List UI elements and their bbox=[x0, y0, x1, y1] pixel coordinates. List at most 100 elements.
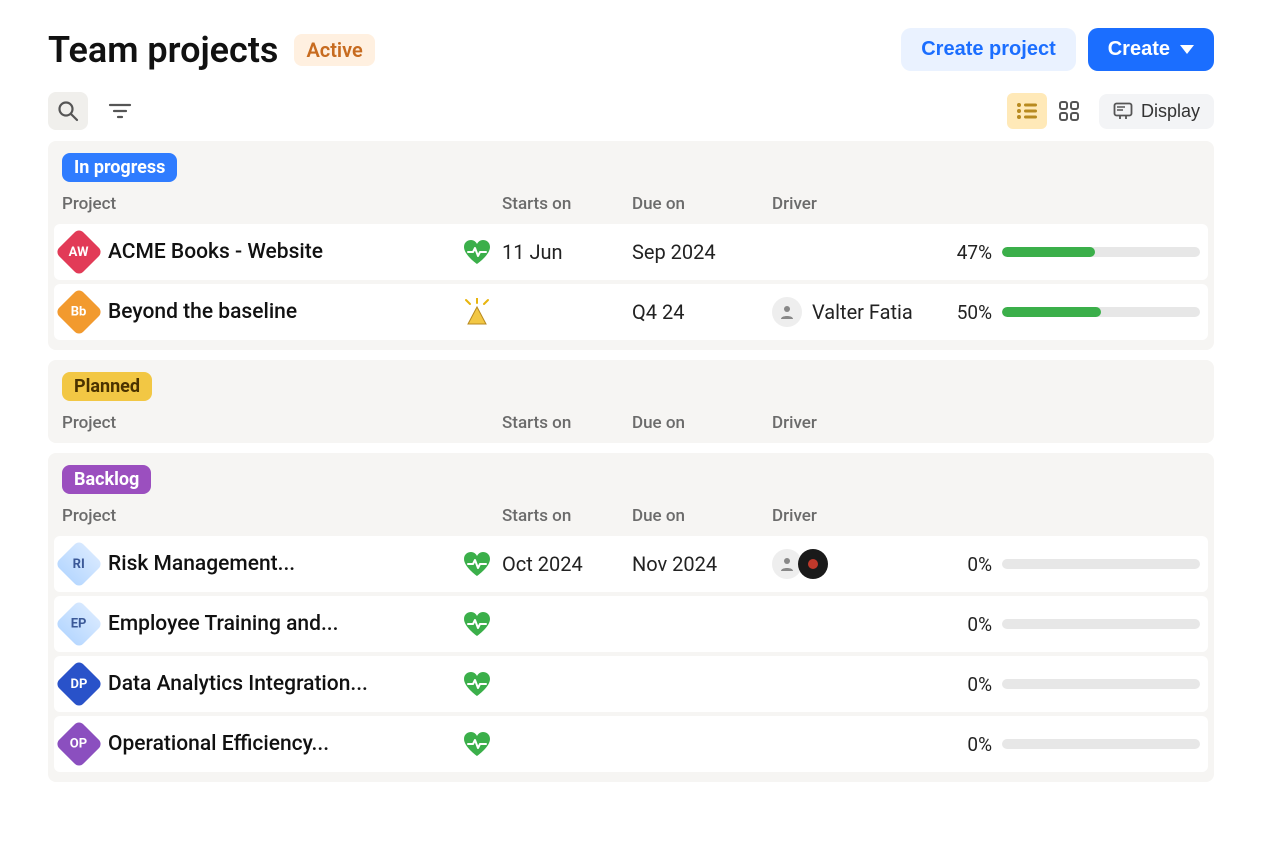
col-project: Project bbox=[62, 413, 502, 433]
col-driver: Driver bbox=[772, 506, 942, 526]
progress-bar bbox=[1002, 307, 1200, 317]
project-row[interactable]: RI Risk Management... Oct 2024Nov 2024 0% bbox=[54, 536, 1208, 592]
search-icon bbox=[56, 99, 80, 123]
heart-icon bbox=[462, 671, 492, 697]
section-header: Backlog bbox=[48, 453, 1214, 498]
due-on-cell: Q4 24 bbox=[632, 300, 772, 324]
display-button[interactable]: Display bbox=[1099, 94, 1214, 129]
avatar-stack bbox=[772, 549, 828, 579]
health-cell bbox=[452, 239, 502, 265]
section-in_progress: In progress ProjectStarts onDue onDriver A… bbox=[48, 141, 1214, 350]
avatar-stack bbox=[772, 297, 802, 327]
display-icon bbox=[1113, 102, 1133, 120]
project-icon: AW bbox=[55, 228, 103, 276]
warning-icon bbox=[462, 298, 492, 326]
section-planned: Planned ProjectStarts onDue onDriver bbox=[48, 360, 1214, 443]
col-driver: Driver bbox=[772, 194, 942, 214]
heart-icon bbox=[462, 239, 492, 265]
column-headers: ProjectStarts onDue onDriver bbox=[48, 186, 1214, 224]
toolbar-right: Display bbox=[1005, 91, 1214, 131]
project-icon-text: OP bbox=[70, 737, 87, 752]
progress-bar bbox=[1002, 739, 1200, 749]
project-icon-text: RI bbox=[73, 556, 85, 571]
section-pill: Backlog bbox=[62, 465, 151, 494]
project-name: ACME Books - Website bbox=[108, 240, 323, 264]
project-cell: OPOperational Efficiency... bbox=[62, 727, 452, 761]
status-badge: Active bbox=[294, 34, 374, 66]
header-right: Create project Create bbox=[901, 28, 1214, 71]
project-icon: OP bbox=[55, 720, 103, 768]
health-cell bbox=[452, 611, 502, 637]
toolbar: Display bbox=[48, 91, 1214, 131]
col-project: Project bbox=[62, 194, 502, 214]
project-cell: DP Data Analytics Integration... bbox=[62, 667, 452, 701]
progress-bar bbox=[1002, 559, 1200, 569]
avatar bbox=[772, 297, 802, 327]
col-project: Project bbox=[62, 506, 502, 526]
grid-icon bbox=[1059, 101, 1079, 121]
col-starts-on: Starts on bbox=[502, 194, 632, 214]
progress-bar bbox=[1002, 247, 1200, 257]
project-cell: Bb Beyond the baseline bbox=[62, 295, 452, 329]
section-pill: In progress bbox=[62, 153, 177, 182]
project-row[interactable]: EPEmployee Training and... 0% bbox=[54, 596, 1208, 652]
project-icon-text: DP bbox=[71, 676, 88, 691]
percent-label: 0% bbox=[942, 733, 1002, 756]
progress-bar bbox=[1002, 619, 1200, 629]
health-cell bbox=[452, 551, 502, 577]
create-project-button[interactable]: Create project bbox=[901, 28, 1076, 71]
toolbar-left bbox=[48, 92, 140, 130]
list-view-button[interactable] bbox=[1007, 93, 1047, 129]
project-row[interactable]: Bb Beyond the baseline Q4 24 Valter Fatia 50… bbox=[54, 284, 1208, 340]
health-cell bbox=[452, 298, 502, 326]
heart-icon bbox=[462, 551, 492, 577]
starts-on-cell: Oct 2024 bbox=[502, 552, 632, 576]
col-starts-on: Starts on bbox=[502, 506, 632, 526]
project-icon: RI bbox=[55, 540, 103, 588]
health-cell bbox=[452, 671, 502, 697]
col-due-on: Due on bbox=[632, 506, 772, 526]
driver-name: Valter Fatia bbox=[812, 300, 913, 324]
filter-button[interactable] bbox=[100, 92, 140, 130]
search-button[interactable] bbox=[48, 92, 88, 130]
header-left: Team projects Active bbox=[48, 29, 375, 71]
percent-label: 50% bbox=[942, 301, 1002, 324]
project-row[interactable]: DP Data Analytics Integration... 0% bbox=[54, 656, 1208, 712]
project-name: Risk Management... bbox=[108, 552, 295, 576]
project-row[interactable]: OPOperational Efficiency... 0% bbox=[54, 716, 1208, 772]
starts-on-cell: 11 Jun bbox=[502, 240, 632, 264]
project-cell: AWACME Books - Website bbox=[62, 235, 452, 269]
filter-icon bbox=[108, 102, 132, 120]
list-icon bbox=[1016, 102, 1038, 120]
create-button[interactable]: Create bbox=[1088, 28, 1214, 71]
section-backlog: Backlog ProjectStarts onDue onDriver RI Ris… bbox=[48, 453, 1214, 782]
driver-cell bbox=[772, 549, 942, 579]
progress-bar bbox=[1002, 679, 1200, 689]
section-header: Planned bbox=[48, 360, 1214, 405]
heart-icon bbox=[462, 731, 492, 757]
project-icon-text: Bb bbox=[71, 304, 87, 319]
project-icon: Bb bbox=[55, 288, 103, 336]
project-name: Beyond the baseline bbox=[108, 300, 297, 324]
grid-view-button[interactable] bbox=[1049, 93, 1089, 129]
project-cell: EPEmployee Training and... bbox=[62, 607, 452, 641]
percent-label: 0% bbox=[942, 613, 1002, 636]
percent-label: 0% bbox=[942, 673, 1002, 696]
due-on-cell: Nov 2024 bbox=[632, 552, 772, 576]
page-header: Team projects Active Create project Crea… bbox=[48, 28, 1214, 71]
project-icon-text: EP bbox=[71, 616, 87, 631]
col-due-on: Due on bbox=[632, 413, 772, 433]
section-pill: Planned bbox=[62, 372, 152, 401]
project-name: Data Analytics Integration... bbox=[108, 672, 368, 696]
col-starts-on: Starts on bbox=[502, 413, 632, 433]
column-headers: ProjectStarts onDue onDriver bbox=[48, 498, 1214, 536]
display-label: Display bbox=[1141, 101, 1200, 122]
percent-label: 47% bbox=[942, 241, 1002, 264]
create-button-label: Create bbox=[1108, 38, 1170, 61]
column-headers: ProjectStarts onDue onDriver bbox=[48, 405, 1214, 443]
view-toggle bbox=[1005, 91, 1091, 131]
percent-label: 0% bbox=[942, 553, 1002, 576]
avatar bbox=[798, 549, 828, 579]
project-row[interactable]: AWACME Books - Website11 JunSep 202447% bbox=[54, 224, 1208, 280]
driver-cell: Valter Fatia bbox=[772, 297, 942, 327]
